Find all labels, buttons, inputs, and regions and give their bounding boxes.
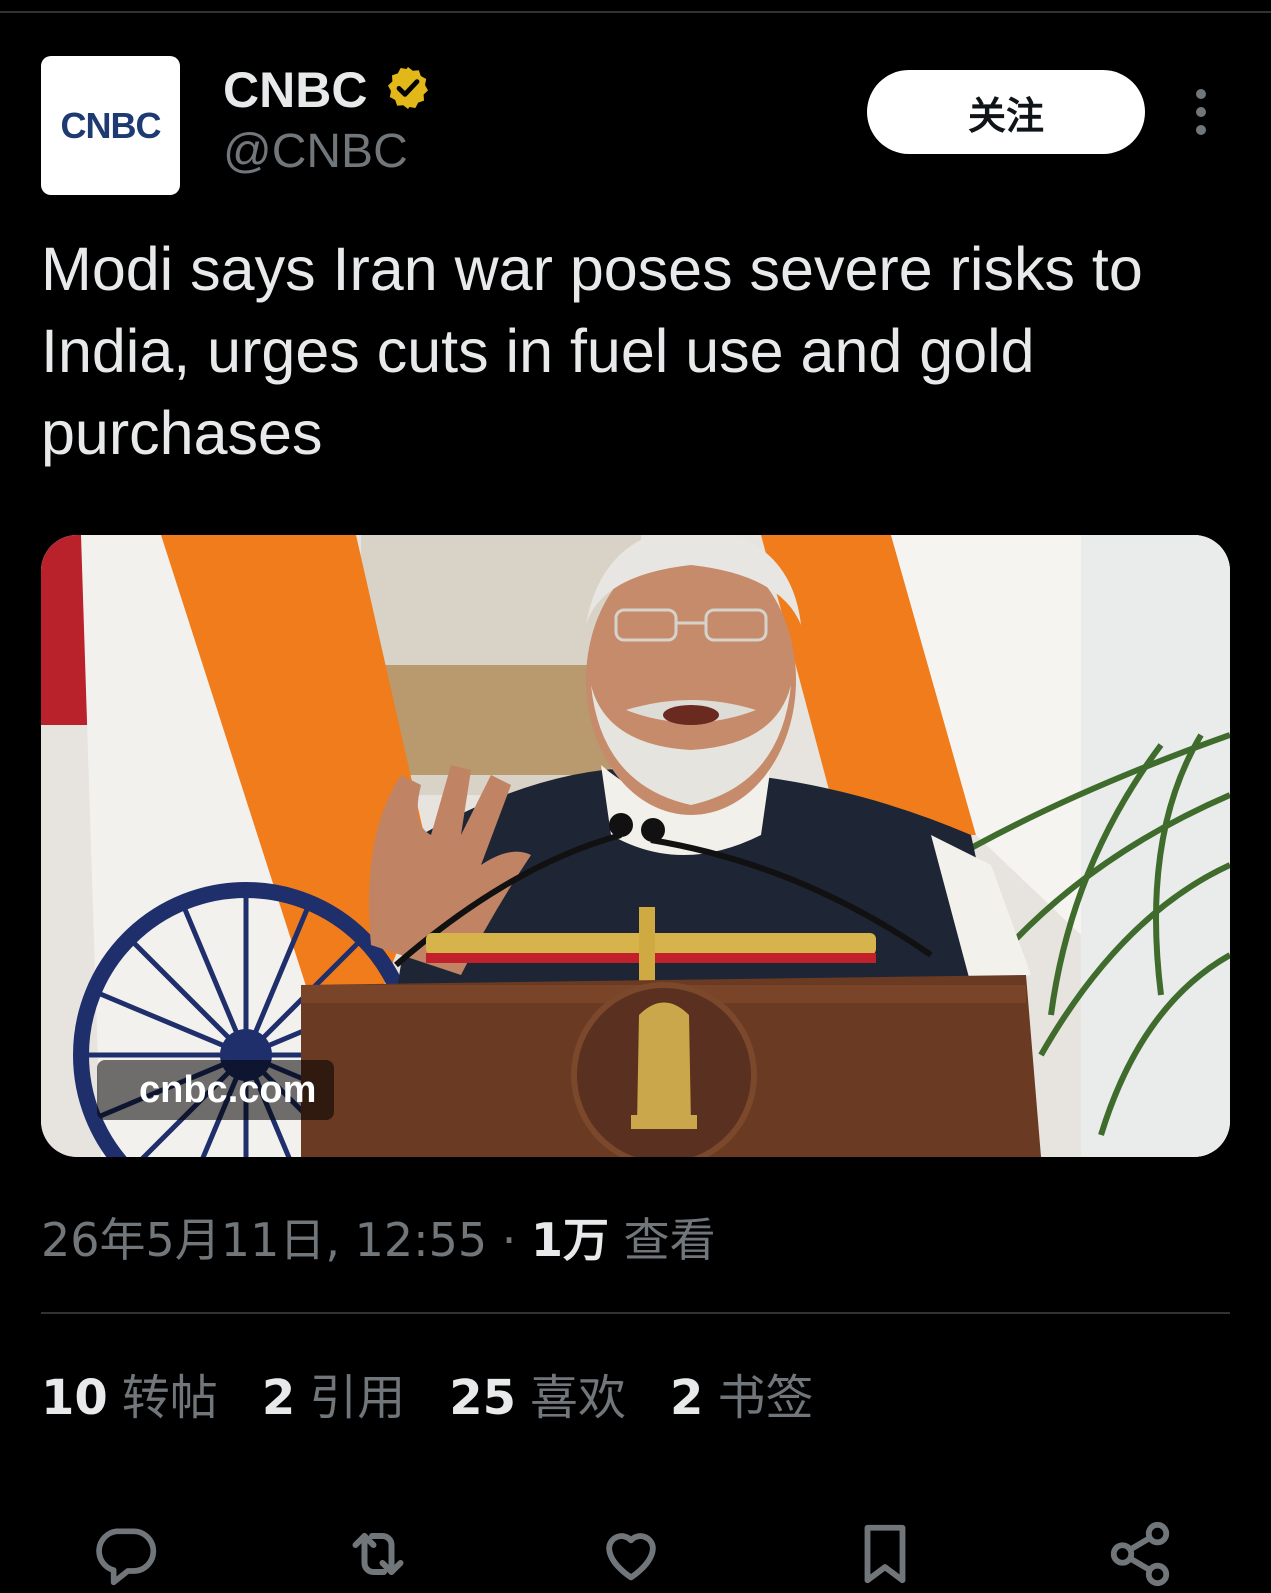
views-label: 查看 (623, 1213, 716, 1267)
like-button[interactable] (595, 1518, 667, 1590)
stat-reposts[interactable]: 10 转帖 (41, 1366, 218, 1430)
reply-button[interactable] (89, 1518, 161, 1590)
follow-button[interactable]: 关注 (867, 70, 1145, 154)
bookmark-button[interactable] (849, 1518, 921, 1590)
stat-count: 25 (449, 1370, 517, 1426)
views-count: 1万 (531, 1213, 610, 1267)
tweet-meta: 26年5月11日, 12:55 · 1万 查看 (41, 1210, 716, 1270)
stat-label: 引用 (309, 1370, 406, 1426)
bookmark-icon (864, 1524, 906, 1584)
link-source-label: cnbc.com (97, 1060, 335, 1120)
top-divider (0, 11, 1271, 13)
tweet-text: Modi says Iran war poses severe risks to… (41, 235, 1143, 467)
stat-bookmarks[interactable]: 2 书签 (670, 1366, 813, 1430)
like-icon (606, 1533, 656, 1581)
author-display-name[interactable]: CNBC (223, 62, 367, 118)
timestamp[interactable]: 26年5月11日, 12:55 (41, 1213, 487, 1267)
stats-divider (41, 1312, 1230, 1314)
share-icon (1110, 1521, 1170, 1587)
stat-label: 转帖 (121, 1370, 218, 1426)
media-card[interactable]: cnbc.com (41, 535, 1230, 1157)
reply-icon (96, 1528, 157, 1586)
stat-label: 书签 (717, 1370, 814, 1426)
stat-count: 10 (41, 1370, 108, 1426)
stat-count: 2 (261, 1370, 296, 1426)
engagement-stats: 10 转帖 2 引用 25 喜欢 2 书签 (41, 1366, 813, 1430)
stat-quotes[interactable]: 2 引用 (262, 1366, 405, 1430)
verified-badge-icon (388, 67, 428, 109)
retweet-icon (352, 1533, 404, 1575)
stat-likes[interactable]: 25 喜欢 (449, 1366, 626, 1430)
avatar[interactable]: CNBC (41, 56, 180, 195)
meta-separator: · (501, 1213, 517, 1267)
avatar-logo-text: CNBC (60, 104, 162, 146)
more-vertical-icon[interactable] (1185, 86, 1217, 138)
stat-label: 喜欢 (530, 1370, 627, 1426)
retweet-button[interactable] (342, 1518, 414, 1590)
author-handle[interactable]: @CNBC (223, 124, 408, 180)
stat-count: 2 (670, 1370, 704, 1426)
share-button[interactable] (1104, 1518, 1176, 1590)
